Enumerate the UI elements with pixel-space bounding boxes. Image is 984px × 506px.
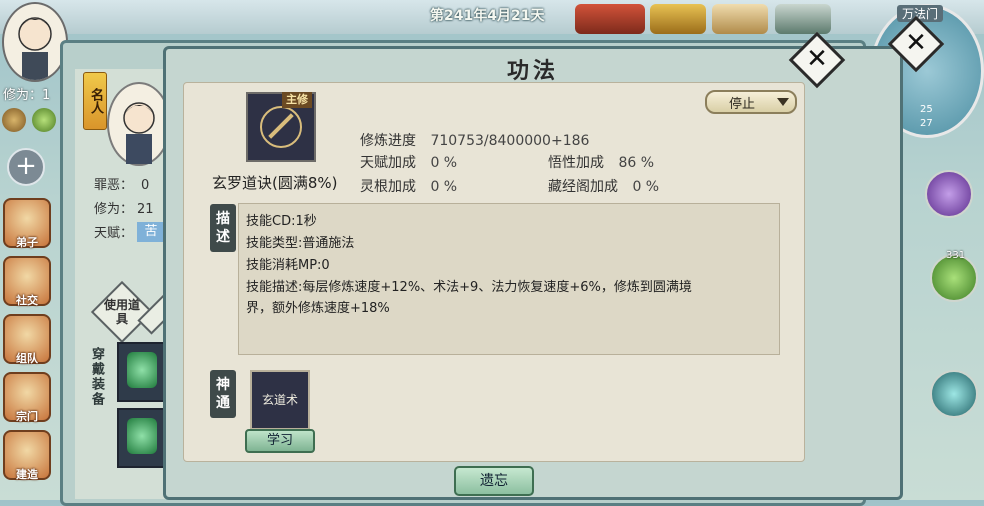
equipment-slot-1[interactable]	[117, 342, 169, 402]
purple-orb-icon[interactable]	[925, 170, 973, 218]
event-icon[interactable]	[650, 4, 706, 34]
desc-line: 技能类型:普通施法	[246, 236, 355, 251]
sword-icon	[260, 106, 302, 148]
skill-orb-icon[interactable]	[930, 370, 978, 418]
forget-button[interactable]: 遗忘	[454, 466, 534, 496]
talent-value[interactable]: 苦	[137, 222, 165, 242]
menu-sect[interactable]: 宗门	[3, 372, 51, 423]
game-date: 第241年4月21天	[430, 8, 545, 24]
stop-dropdown[interactable]: 停止	[705, 90, 797, 114]
equipment-slot-2[interactable]	[117, 408, 169, 468]
coin-icon[interactable]	[2, 108, 26, 132]
character-portrait-icon	[123, 102, 155, 164]
armor-icon	[127, 352, 157, 388]
fame-tag: 名人	[83, 72, 107, 130]
cultivation-stat: 修为： 21	[94, 202, 154, 217]
spirit-stone-icon[interactable]	[32, 108, 56, 132]
learn-button[interactable]: 学习	[245, 429, 315, 453]
talent-bonus-row: 天赋加成 0 %	[360, 155, 458, 171]
root-bonus-row: 灵根加成 0 %	[360, 179, 458, 195]
progress-row: 修炼进度 710753/8400000+186	[360, 133, 590, 149]
desc-line: 技能描述:每层修炼速度+12%、术法+9、法力恢复速度+6%，修炼到圆满境	[246, 280, 692, 295]
chevron-down-icon	[777, 98, 789, 106]
orb-count: 331	[946, 250, 966, 261]
menu-team[interactable]: 组队	[3, 314, 51, 365]
desc-line: 技能CD:1秒	[246, 214, 317, 229]
library-bonus-row: 藏经阁加成 0 %	[548, 179, 660, 195]
add-button[interactable]: +	[7, 148, 45, 186]
desc-line: 技能消耗MP:0	[246, 258, 330, 273]
menu-build[interactable]: 建造	[3, 430, 51, 481]
close-icon: ✕	[806, 44, 828, 74]
wear-equipment-label: 穿戴装备	[89, 347, 104, 407]
map-coord-1: 25	[920, 104, 933, 115]
treasure-chest-icon[interactable]	[575, 4, 645, 34]
mountain-icon[interactable]	[775, 4, 831, 34]
green-orb-icon[interactable]	[930, 254, 978, 302]
menu-disciple[interactable]: 弟子	[3, 198, 51, 249]
player-portrait-icon	[18, 17, 52, 80]
close-icon: ✕	[905, 28, 927, 58]
scroll-icon[interactable]	[712, 4, 768, 34]
shentong-tab: 神通	[210, 370, 236, 418]
player-cultivation: 修为：1	[3, 88, 51, 103]
menu-social[interactable]: 社交	[3, 256, 51, 307]
player-avatar[interactable]	[2, 2, 68, 82]
map-coord-2: 27	[920, 118, 933, 129]
helmet-icon	[127, 418, 157, 454]
description-tab: 描述	[210, 204, 236, 252]
insight-bonus-row: 悟性加成 86 %	[548, 155, 655, 171]
sin-stat: 罪恶： 0	[94, 178, 150, 193]
shentong-skill-slot[interactable]: 玄道术	[250, 370, 310, 430]
desc-line: 界，额外修炼速度+18%	[246, 301, 390, 316]
main-cultivation-badge: 主修	[282, 92, 312, 108]
character-avatar[interactable]	[107, 82, 171, 166]
talent-stat: 天赋：	[94, 226, 134, 241]
skill-name: 玄罗道诀(圆满8%)	[212, 174, 338, 192]
